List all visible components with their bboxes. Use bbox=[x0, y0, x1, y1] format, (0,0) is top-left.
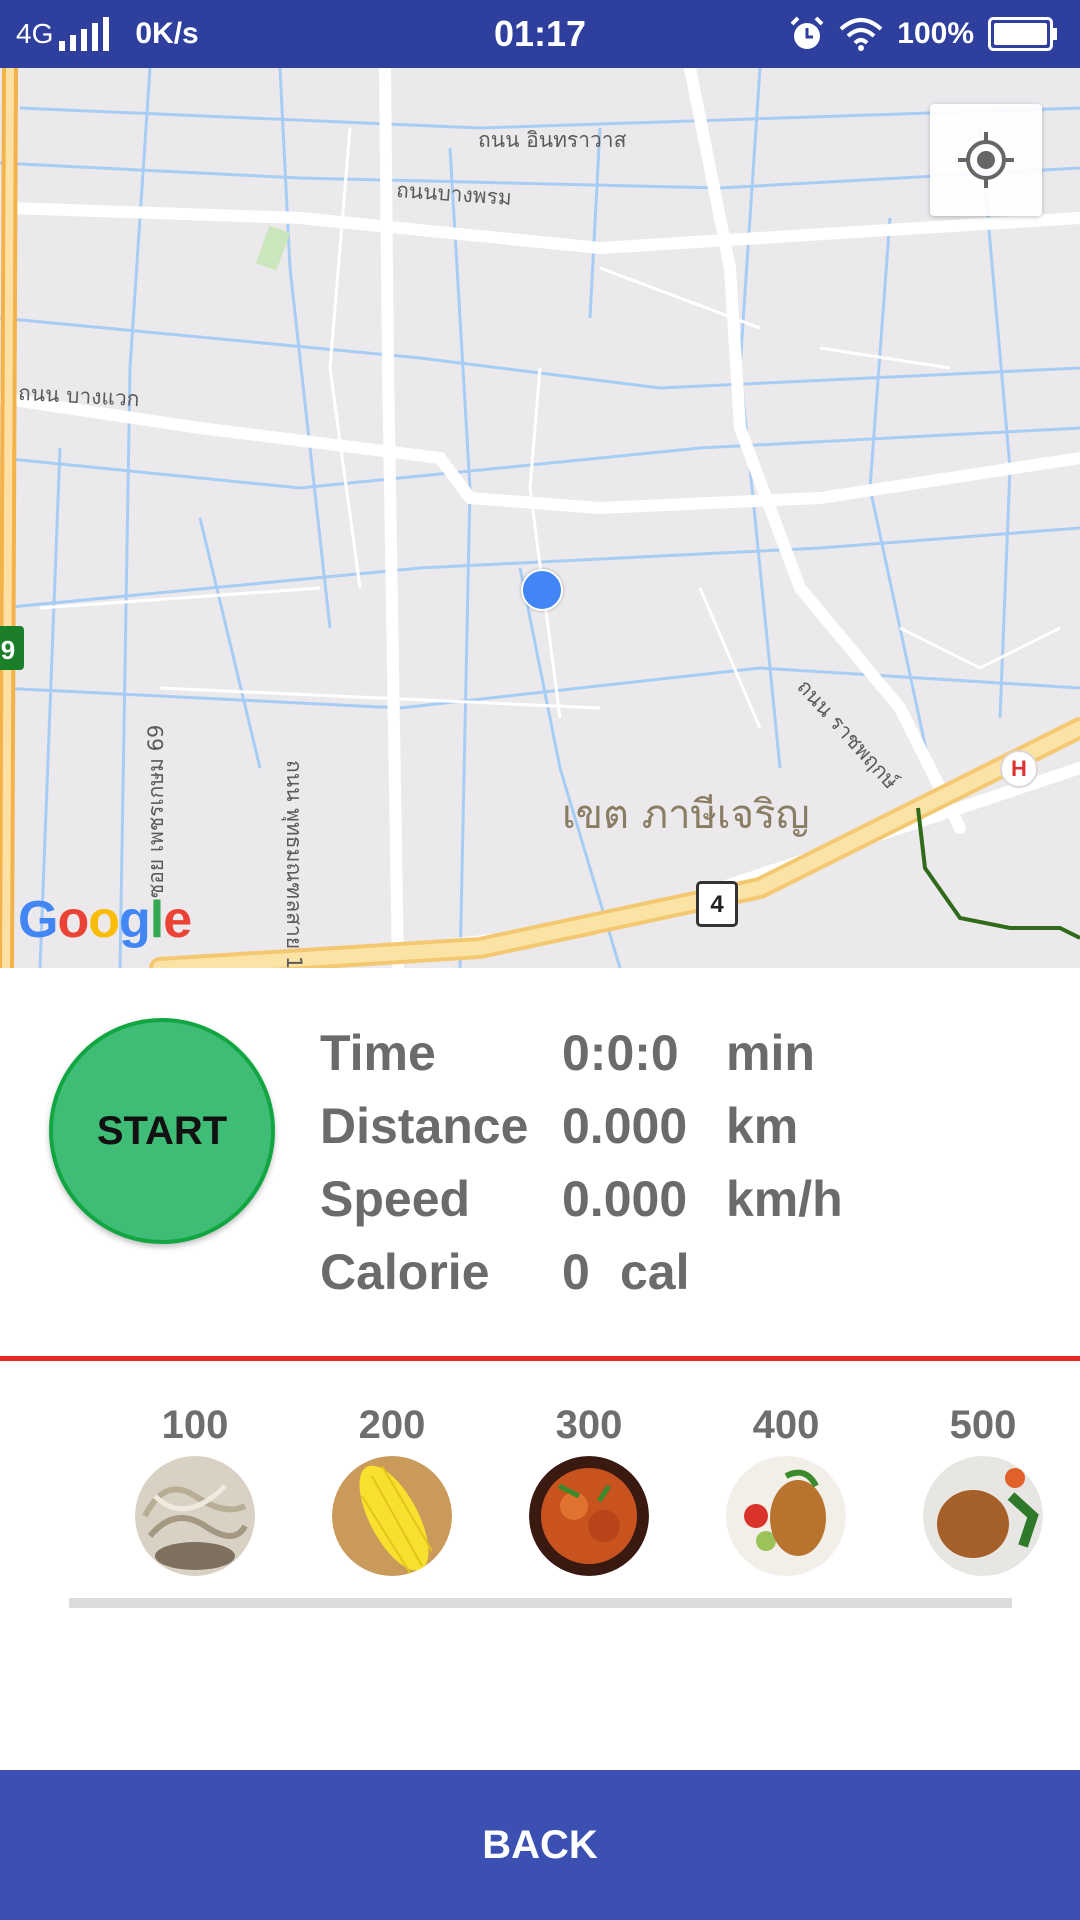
curry-food-icon bbox=[529, 1456, 649, 1576]
food-item-400[interactable]: 400 bbox=[721, 1400, 851, 1576]
stat-unit: km/h bbox=[726, 1171, 843, 1227]
map-road-label: ถนน บางแวก bbox=[17, 380, 141, 412]
route-shield: 4 bbox=[696, 881, 738, 927]
status-left: 4G 0K/s bbox=[16, 0, 199, 68]
map-road-label: ถนน อินทราวาส bbox=[478, 128, 627, 152]
user-location-dot bbox=[521, 569, 563, 611]
network-speed: 0K/s bbox=[135, 17, 199, 50]
battery-percent: 100% bbox=[897, 17, 974, 50]
food-item-100[interactable]: 100 bbox=[130, 1400, 260, 1576]
network-type: 4G bbox=[16, 18, 54, 49]
food-item-200[interactable]: 200 bbox=[327, 1400, 457, 1576]
signal-icon bbox=[59, 17, 113, 51]
food-calories: 400 bbox=[752, 1403, 820, 1447]
food-calories: 200 bbox=[358, 1403, 426, 1447]
crosshair-icon bbox=[958, 132, 1014, 188]
map-road-label: ถนน พุทธมณฑลสาย 1 bbox=[282, 760, 306, 968]
food-item-300[interactable]: 300 bbox=[524, 1400, 654, 1576]
food-scrollbar[interactable] bbox=[69, 1598, 1012, 1608]
stat-unit: km bbox=[726, 1098, 799, 1154]
my-location-button[interactable] bbox=[930, 104, 1042, 216]
stat-unit: cal bbox=[620, 1244, 690, 1300]
food-calories: 300 bbox=[555, 1403, 623, 1447]
food-item-500[interactable]: 500 bbox=[918, 1400, 1048, 1576]
stat-value: 0.000 bbox=[562, 1171, 688, 1227]
back-button[interactable]: BACK bbox=[0, 1770, 1080, 1920]
food-calories: 100 bbox=[161, 1403, 229, 1447]
wifi-icon bbox=[839, 17, 883, 51]
corn-food-icon bbox=[332, 1456, 452, 1576]
district-label: เขต ภาษีเจริญ bbox=[562, 792, 810, 838]
map-view[interactable]: ถนน อินทราวาส ถนนบางพรม ถนน บางแวก ถนน ร… bbox=[0, 68, 1080, 968]
start-button[interactable]: START bbox=[49, 1018, 275, 1244]
stat-value: 0 bbox=[562, 1244, 590, 1300]
map-road-label: ซอย เพชรเกษม 69 bbox=[144, 724, 168, 898]
status-bar: 4G 0K/s 01:17 100% bbox=[0, 0, 1080, 68]
alarm-icon bbox=[789, 16, 825, 52]
status-right: 100% bbox=[789, 0, 1058, 68]
chicken-rice-food-icon bbox=[923, 1456, 1043, 1576]
highway-shield: 9 bbox=[0, 626, 24, 670]
google-logo: Google bbox=[18, 891, 192, 949]
shredded-meat-food-icon bbox=[135, 1456, 255, 1576]
stat-label: Speed bbox=[320, 1171, 471, 1227]
stat-label: Calorie bbox=[320, 1244, 490, 1300]
hospital-icon[interactable]: H bbox=[1000, 750, 1038, 788]
battery-icon bbox=[988, 17, 1058, 51]
stat-label: Distance bbox=[320, 1098, 529, 1154]
stat-value: 0:0:0 bbox=[562, 1025, 679, 1081]
stat-value: 0.000 bbox=[562, 1098, 688, 1154]
section-divider bbox=[0, 1356, 1080, 1361]
stat-label: Time bbox=[320, 1025, 436, 1081]
fried-shrimp-food-icon bbox=[726, 1456, 846, 1576]
stat-unit: min bbox=[726, 1025, 815, 1081]
food-calories: 500 bbox=[949, 1403, 1017, 1447]
